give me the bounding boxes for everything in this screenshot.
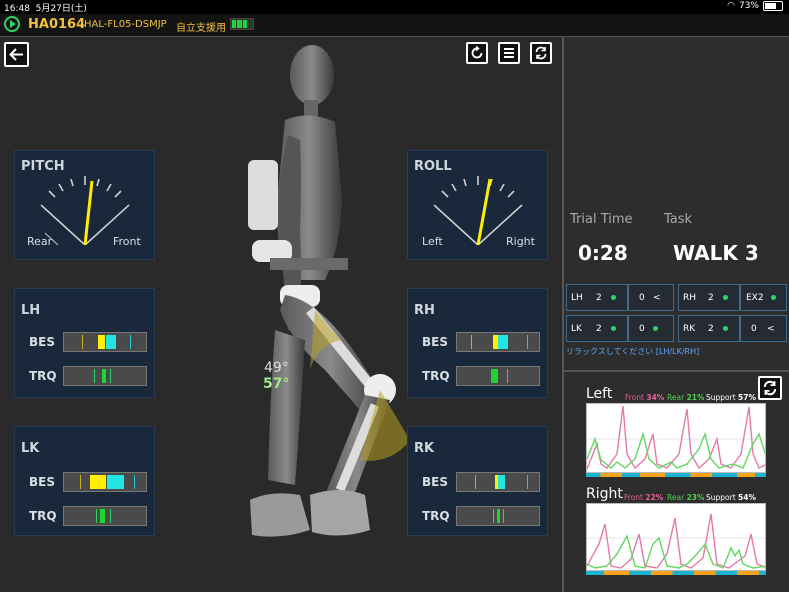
lh-title: LH: [21, 303, 41, 318]
right-support-stat: Support 54%: [706, 493, 756, 502]
rh-trq-bar: [456, 366, 540, 386]
system-status-bar: 16:48 5月27日(土) ◠ 73%: [0, 0, 789, 14]
right-load-title: Right: [586, 486, 623, 502]
roll-right-label: Right: [506, 235, 535, 248]
left-rear-stat: Rear 21%: [667, 393, 705, 402]
chevron-left-icon: <: [767, 324, 775, 334]
battery-icon: [763, 1, 783, 11]
trial-time-label: Trial Time: [570, 212, 633, 227]
relax-message: リラックスしてください [LH/LK/RH]: [566, 347, 700, 356]
lk-title: LK: [21, 441, 40, 456]
right-load-plot: [586, 503, 766, 571]
setting-cell-rh[interactable]: RH 2: [678, 284, 740, 311]
menu-button[interactable]: [498, 42, 520, 64]
lh-trq-label: TRQ: [29, 369, 57, 383]
status-dot-icon: [611, 326, 616, 331]
pitch-front-label: Front: [113, 235, 141, 248]
knee-angle: 57°: [263, 376, 290, 392]
lh-bes-bar: [63, 332, 147, 352]
status-dot-icon: [771, 295, 776, 300]
device-id: HA0164: [28, 17, 86, 32]
rk-bes-bar: [456, 472, 540, 492]
left-load-title: Left: [586, 386, 613, 402]
rh-title: RH: [414, 303, 435, 318]
sync-button[interactable]: [530, 42, 552, 64]
rk-bes-label: BES: [422, 475, 448, 489]
sync-icon: [763, 380, 777, 396]
pitch-rear-label: Rear: [27, 235, 53, 248]
arrow-left-icon: [9, 48, 23, 61]
hip-angle: 49°: [264, 360, 289, 376]
setting-cell-lk-value[interactable]: 0: [628, 315, 674, 342]
roll-title: ROLL: [414, 159, 452, 174]
rotate-icon: [471, 46, 483, 59]
wifi-icon: ◠: [727, 1, 735, 11]
left-phase-strip: [586, 473, 766, 477]
lk-panel: LK BES TRQ: [14, 426, 155, 536]
status-dot-icon: [611, 295, 616, 300]
divider: [564, 370, 789, 372]
divider: [562, 37, 564, 592]
device-mode: 自立支援用: [176, 23, 226, 34]
status-dot-icon: [723, 326, 728, 331]
rk-trq-bar: [456, 506, 540, 526]
device-model: HAL-FL05-DSMJP: [84, 19, 167, 30]
task-label: Task: [664, 212, 693, 227]
lk-bes-label: BES: [29, 475, 55, 489]
roll-left-label: Left: [422, 235, 443, 248]
reset-view-button[interactable]: [466, 42, 488, 64]
rk-panel: RK BES TRQ: [407, 426, 548, 536]
sync-icon: [535, 46, 547, 60]
setting-cell-lh-value[interactable]: 0 <: [628, 284, 674, 311]
left-load-plot: [586, 403, 766, 473]
right-front-stat: Front 22%: [624, 493, 664, 502]
chevron-left-icon: <: [653, 293, 661, 303]
left-support-stat: Support 57%: [706, 393, 756, 402]
lk-trq-label: TRQ: [29, 509, 57, 523]
clock: 16:48: [4, 4, 30, 14]
rh-panel: RH BES TRQ: [407, 288, 548, 398]
rh-bes-bar: [456, 332, 540, 352]
battery-percent: 73%: [738, 1, 759, 11]
foot-sync-button[interactable]: [758, 376, 782, 400]
status-dot-icon: [653, 326, 658, 331]
lk-trq-bar: [63, 506, 147, 526]
exoskeleton-figure: [248, 45, 410, 537]
rk-title: RK: [414, 441, 435, 456]
lh-trq-bar: [63, 366, 147, 386]
setting-cell-lh[interactable]: LH 2: [566, 284, 628, 311]
setting-cell-rk[interactable]: RK 2: [678, 315, 740, 342]
pitch-panel: PITCH Rear Front: [14, 150, 155, 260]
left-front-stat: Front 34%: [625, 393, 665, 402]
trial-time-value: 0:28: [578, 241, 628, 265]
status-dot-icon: [723, 295, 728, 300]
signal-level-indicator: [230, 18, 254, 30]
setting-cell-rh-value[interactable]: EX2: [740, 284, 787, 311]
pitch-title: PITCH: [21, 159, 65, 174]
setting-cell-lk[interactable]: LK 2: [566, 315, 628, 342]
right-phase-strip: [586, 571, 766, 575]
setting-cell-rk-value[interactable]: 0 <: [740, 315, 787, 342]
hamburger-icon: [504, 48, 514, 58]
lh-bes-label: BES: [29, 335, 55, 349]
app-header: HA0164 HAL-FL05-DSMJP 自立支援用: [0, 14, 789, 37]
lk-bes-bar: [63, 472, 147, 492]
play-icon[interactable]: [4, 16, 20, 32]
pitch-needle: [83, 180, 94, 245]
right-rear-stat: Rear 23%: [667, 493, 705, 502]
rh-bes-label: BES: [422, 335, 448, 349]
rk-trq-label: TRQ: [422, 509, 450, 523]
task-value: WALK 3: [673, 241, 759, 265]
date: 5月27日(土): [35, 4, 87, 14]
lh-panel: LH BES TRQ: [14, 288, 155, 398]
roll-panel: ROLL Left Right: [407, 150, 548, 260]
rh-trq-label: TRQ: [422, 369, 450, 383]
back-button[interactable]: [4, 42, 29, 67]
